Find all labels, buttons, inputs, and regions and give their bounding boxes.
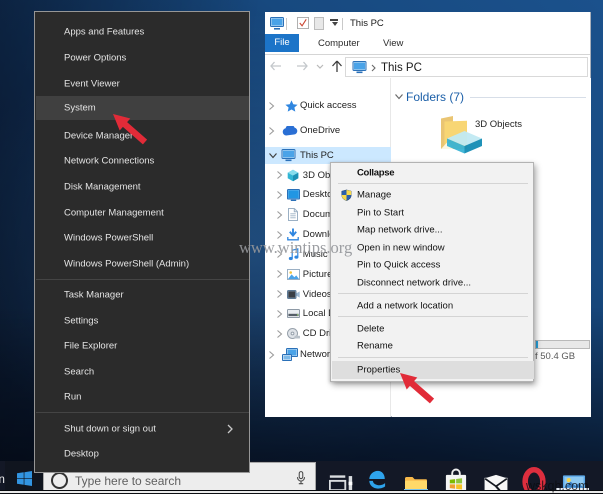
svg-text:n: n bbox=[0, 474, 5, 485]
